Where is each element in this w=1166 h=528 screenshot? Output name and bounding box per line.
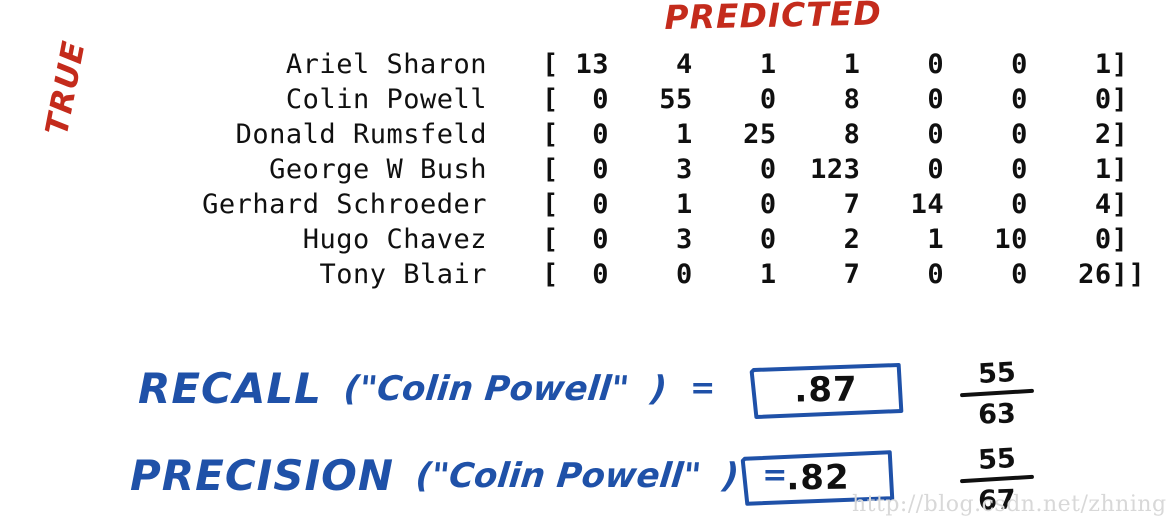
recall-fraction: 55 63 bbox=[958, 357, 1036, 431]
recall-numerator: 55 bbox=[977, 357, 1017, 390]
table-row: Hugo Chavez [ 0 3 0 2 1 10 0] bbox=[0, 222, 1160, 257]
matrix-row-values: [ 0 55 0 8 0 0 0] bbox=[542, 84, 1129, 115]
precision-argument: ("Colin Powell" bbox=[413, 456, 703, 496]
matrix-row-values: [ 13 4 1 1 0 0 1] bbox=[542, 49, 1129, 80]
matrix-row-label: Hugo Chavez bbox=[302, 224, 487, 255]
matrix-row-label: George W Bush bbox=[269, 154, 487, 185]
table-row: Tony Blair [ 0 0 1 7 0 0 26]] bbox=[0, 257, 1160, 292]
precision-argument-close: ) bbox=[720, 456, 741, 496]
recall-equals-sign: = bbox=[690, 371, 717, 406]
screenshot-canvas: PREDICTED TRUE Ariel Sharon [ 13 4 1 1 0… bbox=[0, 0, 1166, 528]
table-row: Ariel Sharon [ 13 4 1 1 0 0 1] bbox=[0, 47, 1160, 82]
recall-annotation: RECALL ("Colin Powell" ) = bbox=[138, 368, 716, 410]
table-row: Gerhard Schroeder [ 0 1 0 7 14 0 4] bbox=[0, 187, 1160, 222]
precision-annotation: PRECISION ("Colin Powell" ) = bbox=[130, 455, 788, 497]
precision-numerator: 55 bbox=[977, 443, 1017, 476]
table-row: Donald Rumsfeld [ 0 1 25 8 0 0 2] bbox=[0, 117, 1160, 152]
matrix-row-values: [ 0 3 0 2 1 10 0] bbox=[542, 224, 1129, 255]
matrix-row-values: [ 0 1 25 8 0 0 2] bbox=[542, 119, 1129, 150]
fraction-bar bbox=[959, 388, 1035, 398]
confusion-matrix: Ariel Sharon [ 13 4 1 1 0 0 1] Colin Pow… bbox=[0, 47, 1160, 292]
matrix-row-label: Colin Powell bbox=[285, 84, 487, 115]
predicted-axis-label: PREDICTED bbox=[663, 0, 883, 37]
watermark: http://blog.csdn.net/zhning12L bbox=[852, 492, 1166, 517]
recall-value-box: .87 bbox=[749, 362, 904, 419]
matrix-row-values: [ 0 3 0 123 0 0 1] bbox=[542, 154, 1129, 185]
table-row: George W Bush [ 0 3 0 123 0 0 1] bbox=[0, 152, 1160, 187]
matrix-row-values: [ 0 0 1 7 0 0 26]] bbox=[542, 259, 1146, 290]
fraction-bar bbox=[959, 474, 1035, 484]
matrix-row-label: Donald Rumsfeld bbox=[235, 119, 487, 150]
matrix-row-label: Ariel Sharon bbox=[285, 49, 487, 80]
matrix-row-values: [ 0 1 0 7 14 0 4] bbox=[542, 189, 1129, 220]
recall-argument: ("Colin Powell" bbox=[341, 369, 631, 409]
recall-label: RECALL bbox=[138, 364, 322, 413]
recall-denominator: 63 bbox=[977, 398, 1017, 431]
table-row: Colin Powell [ 0 55 0 8 0 0 0] bbox=[0, 82, 1160, 117]
recall-argument-close: ) bbox=[648, 369, 669, 409]
recall-value: .87 bbox=[794, 369, 858, 411]
matrix-row-label: Tony Blair bbox=[319, 259, 487, 290]
precision-label: PRECISION bbox=[130, 451, 394, 500]
matrix-row-label: Gerhard Schroeder bbox=[202, 189, 487, 220]
